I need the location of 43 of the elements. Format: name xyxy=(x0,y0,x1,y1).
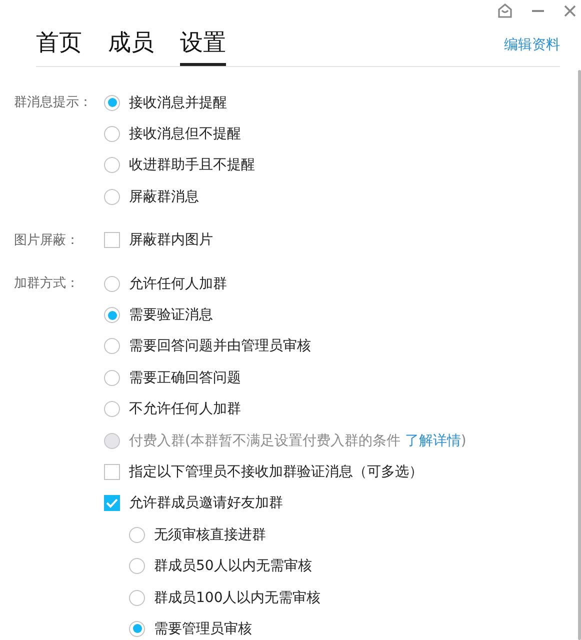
checkbox[interactable] xyxy=(104,232,120,248)
radio-button[interactable] xyxy=(104,126,120,142)
radio-button[interactable] xyxy=(129,558,145,574)
radio-button[interactable] xyxy=(104,401,120,418)
option-label: 允许群成员邀请好友加群 xyxy=(129,494,283,512)
radio-button[interactable] xyxy=(104,94,120,111)
option-label: 屏蔽群内图片 xyxy=(129,231,213,250)
section-label: 群消息提示： xyxy=(13,94,93,112)
option-label: 收进群助手且不提醒 xyxy=(129,156,255,174)
option-label: 需要验证消息 xyxy=(129,306,213,324)
option-label: 无须审核直接进群 xyxy=(154,526,266,544)
option-label: 群成员100人以内无需审核 xyxy=(154,588,321,607)
option-label: 屏蔽群消息 xyxy=(129,188,199,206)
section-label: 图片屏蔽： xyxy=(13,232,80,250)
tab[interactable]: 首页 xyxy=(36,29,82,66)
checkbox[interactable] xyxy=(104,464,120,480)
option-label: 不允许任何人加群 xyxy=(129,400,241,418)
radio-button[interactable] xyxy=(104,276,120,292)
radio-button[interactable] xyxy=(104,188,120,205)
radio-button[interactable] xyxy=(129,620,145,637)
option-label: 付费入群(本群暂不满足设置付费入群的条件 了解详情) xyxy=(129,432,466,450)
section-label: 加群方式： xyxy=(13,274,80,293)
radio-button[interactable] xyxy=(104,307,120,324)
tab[interactable]: 成员 xyxy=(108,29,154,66)
option-label: 接收消息但不提醒 xyxy=(129,125,241,144)
option-label: 接收消息并提醒 xyxy=(129,94,227,112)
skin-icon[interactable] xyxy=(497,3,513,19)
radio-button[interactable] xyxy=(104,157,120,174)
option-label: 允许任何人加群 xyxy=(129,274,227,293)
radio-button[interactable] xyxy=(104,338,120,354)
option-label: 指定以下管理员不接收加群验证消息（可多选） xyxy=(129,462,423,481)
option-label: 需要正确回答问题 xyxy=(129,368,241,387)
tab[interactable]: 设置 xyxy=(180,29,226,66)
option-label: 群成员50人以内无需审核 xyxy=(154,557,312,576)
radio-button[interactable] xyxy=(129,590,145,606)
checkbox[interactable] xyxy=(104,495,120,512)
close-icon[interactable] xyxy=(563,4,577,18)
option-label: 需要回答问题并由管理员审核 xyxy=(129,337,311,356)
edit-profile-link[interactable]: 编辑资料 xyxy=(504,36,560,66)
radio-button[interactable] xyxy=(129,526,145,543)
radio-button[interactable] xyxy=(104,370,120,386)
option-label: 需要管理员审核 xyxy=(154,620,252,638)
scrollbar[interactable] xyxy=(578,70,581,640)
